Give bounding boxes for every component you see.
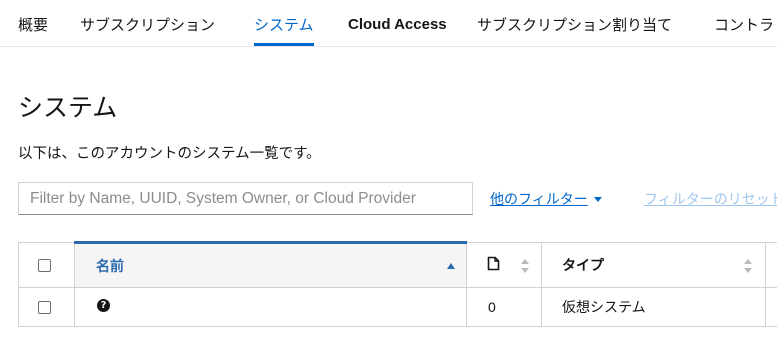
row-select-cell (18, 287, 75, 327)
count-value: 0 (488, 299, 496, 315)
sort-ascending-icon (447, 263, 455, 269)
sort-icon (521, 259, 530, 273)
tab-overview[interactable]: 概要 (18, 0, 48, 46)
page-description: 以下は、このアカウントのシステム一覧です。 (18, 146, 321, 162)
more-filters-dropdown[interactable]: 他のフィルター (490, 189, 602, 209)
search-input[interactable] (18, 182, 473, 215)
question-circle-icon: ? (97, 298, 110, 312)
sort-icon (744, 259, 753, 273)
extra-cell (765, 287, 777, 327)
caret-down-icon (593, 196, 602, 202)
select-all-cell (18, 242, 75, 288)
more-filters-label: 他のフィルター (490, 192, 588, 208)
type-cell: 仮想システム (541, 287, 766, 327)
column-header-documents[interactable] (466, 242, 542, 288)
tab-subscription-allocations[interactable]: サブスクリプション割り当て (477, 0, 672, 46)
reset-filters-link[interactable]: フィルターのリセット (644, 189, 777, 209)
tab-contracts[interactable]: コントラ (714, 0, 774, 46)
column-name-label: 名前 (96, 258, 124, 275)
systems-table: 名前 タイプ ? 0 仮想システム (18, 241, 777, 327)
tab-subscriptions[interactable]: サブスクリプション (80, 0, 215, 46)
table-row[interactable]: ? 0 仮想システム (18, 287, 777, 327)
select-all-checkbox[interactable] (38, 258, 51, 272)
row-checkbox[interactable] (38, 300, 51, 314)
top-nav: 概要 サブスクリプション システム Cloud Access サブスクリプション… (0, 0, 777, 47)
column-header-extra (765, 242, 777, 288)
column-header-name[interactable]: 名前 (74, 241, 467, 288)
document-icon (487, 256, 500, 275)
column-header-type[interactable]: タイプ (541, 242, 766, 288)
name-cell: ? (74, 287, 467, 327)
type-value: 仮想システム (562, 300, 646, 316)
tab-cloud-access[interactable]: Cloud Access (348, 0, 447, 46)
tab-systems[interactable]: システム (254, 0, 314, 46)
table-header-row: 名前 タイプ (18, 241, 777, 288)
column-type-label: タイプ (562, 258, 604, 274)
count-cell: 0 (466, 287, 542, 327)
page-title: システム (18, 93, 118, 122)
